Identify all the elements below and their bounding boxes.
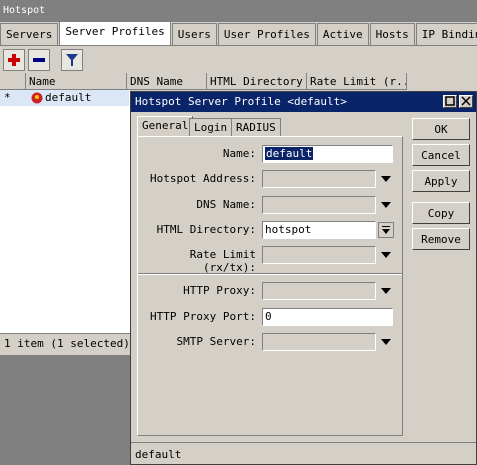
profile-dialog: Hotspot Server Profile <default> General… — [130, 91, 477, 465]
remove-button[interactable] — [28, 49, 50, 71]
tab-hosts[interactable]: Hosts — [369, 23, 415, 45]
hotspot-address-dropdown-icon[interactable] — [381, 176, 391, 182]
http-proxy-port-label: HTTP Proxy Port: — [150, 310, 256, 323]
smtp-server-field[interactable] — [262, 333, 376, 351]
empty-area — [0, 355, 130, 465]
name-field[interactable]: default — [262, 145, 393, 163]
profile-icon — [31, 92, 43, 104]
tab-general[interactable]: General — [137, 116, 194, 137]
tab-ip-bindings[interactable]: IP Bindings — [415, 23, 477, 45]
tab-radius[interactable]: RADIUS — [231, 118, 281, 136]
minus-icon — [33, 58, 45, 62]
copy-button[interactable]: Copy — [412, 202, 470, 224]
http-proxy-field[interactable] — [262, 282, 376, 300]
dropdown-line-icon — [382, 226, 390, 234]
close-button[interactable] — [459, 95, 473, 108]
cancel-button[interactable]: Cancel — [412, 144, 470, 166]
http-proxy-port-field[interactable]: 0 — [262, 308, 393, 326]
tab-login[interactable]: Login — [189, 118, 233, 136]
name-label: Name: — [222, 147, 256, 160]
http-proxy-label: HTTP Proxy: — [183, 284, 256, 297]
html-directory-value: hotspot — [265, 223, 312, 236]
html-directory-field[interactable]: hotspot — [262, 221, 376, 239]
tab-strip: Servers Server Profiles Users User Profi… — [0, 22, 477, 46]
close-icon — [461, 96, 471, 106]
row-name: default — [45, 91, 92, 104]
ok-button[interactable]: OK — [412, 118, 470, 140]
column-header-rate-limit[interactable]: Rate Limit (r... — [307, 73, 407, 90]
tab-user-profiles[interactable]: User Profiles — [217, 23, 316, 45]
list-status: 1 item (1 selected) — [0, 333, 130, 353]
apply-button[interactable]: Apply — [412, 170, 470, 192]
smtp-server-label: SMTP Server: — [176, 335, 256, 348]
name-value: default — [265, 147, 314, 160]
tab-users[interactable]: Users — [171, 23, 217, 45]
dns-name-field[interactable] — [262, 196, 376, 214]
rate-limit-field[interactable] — [262, 246, 376, 264]
table-row[interactable]: * default — [0, 90, 129, 106]
smtp-server-dropdown-icon[interactable] — [381, 339, 391, 345]
column-marker — [0, 73, 26, 90]
dns-name-dropdown-icon[interactable] — [381, 202, 391, 208]
dns-name-label: DNS Name: — [196, 198, 256, 211]
profiles-table — [0, 73, 130, 353]
dialog-status: default — [131, 442, 476, 464]
rate-limit-dropdown-icon[interactable] — [381, 252, 391, 258]
http-proxy-port-value: 0 — [265, 310, 272, 323]
tab-servers[interactable]: Servers — [0, 23, 59, 45]
hotspot-address-label: Hotspot Address: — [150, 172, 256, 185]
add-button[interactable] — [3, 49, 25, 71]
column-header-html-directory[interactable]: HTML Directory — [207, 73, 307, 90]
section-divider — [138, 273, 402, 275]
html-directory-select-button[interactable] — [378, 222, 394, 238]
default-marker: * — [4, 91, 11, 104]
filter-button[interactable] — [61, 49, 83, 71]
toolbar — [0, 46, 477, 73]
filter-icon — [66, 54, 78, 66]
dialog-title: Hotspot Server Profile <default> — [131, 92, 476, 112]
remove-button[interactable]: Remove — [412, 228, 470, 250]
dialog-title-text: Hotspot Server Profile <default> — [135, 95, 347, 108]
general-panel: Name: default Hotspot Address: DNS Name:… — [137, 136, 403, 436]
maximize-button[interactable] — [443, 95, 457, 108]
html-directory-label: HTML Directory: — [156, 223, 256, 236]
http-proxy-dropdown-icon[interactable] — [381, 288, 391, 294]
plus-icon — [8, 54, 20, 66]
window-title: Hotspot — [0, 0, 477, 22]
column-header-name[interactable]: Name — [26, 73, 127, 90]
column-header-dns-name[interactable]: DNS Name — [127, 73, 207, 90]
tab-server-profiles[interactable]: Server Profiles — [59, 22, 171, 45]
tab-active[interactable]: Active — [316, 23, 369, 45]
rate-limit-label: Rate Limit (rx/tx): — [189, 248, 256, 274]
maximize-icon — [445, 96, 455, 106]
hotspot-address-field[interactable] — [262, 170, 376, 188]
